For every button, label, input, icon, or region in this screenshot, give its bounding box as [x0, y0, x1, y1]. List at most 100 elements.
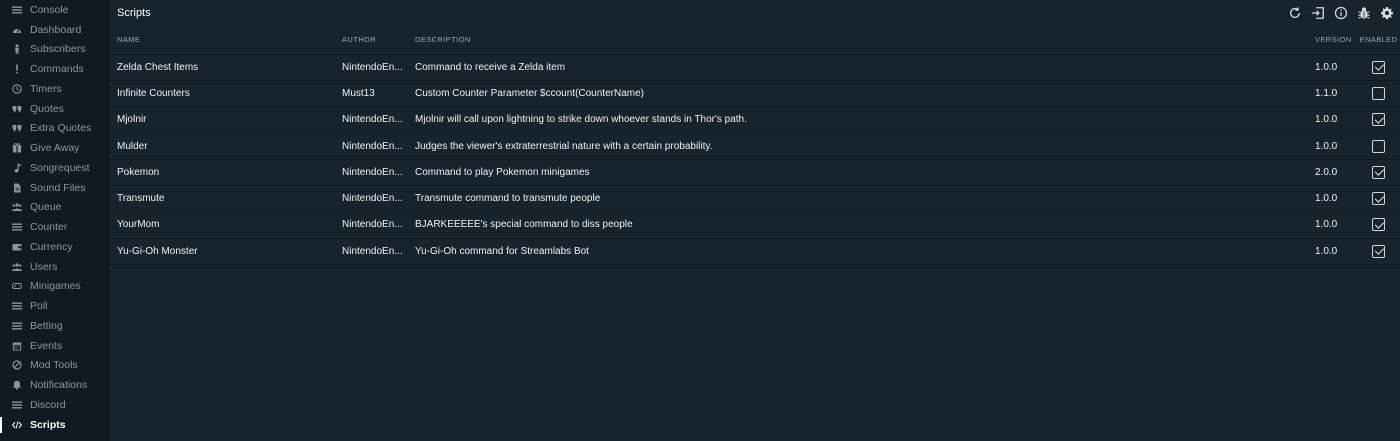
sidebar-item-mod-tools[interactable]: Mod Tools: [0, 356, 108, 376]
sidebar-item-minigames[interactable]: Minigames: [0, 277, 108, 297]
sidebar-item-commands[interactable]: Commands: [0, 59, 108, 79]
sidebar-item-sound-files[interactable]: Sound Files: [0, 178, 108, 198]
enabled-checkbox[interactable]: [1372, 86, 1385, 100]
column-header-version[interactable]: VERSION: [1315, 26, 1357, 54]
sidebar-item-counter[interactable]: Counter: [0, 217, 108, 237]
sidebar-item-label: Subscribers: [30, 43, 86, 56]
group-icon: [12, 262, 22, 272]
script-author-cell: NintendoEn...: [342, 185, 415, 211]
sidebar-item-events[interactable]: Events: [0, 336, 108, 356]
bug-icon[interactable]: [1357, 6, 1371, 20]
sidebar-item-timers[interactable]: Timers: [0, 79, 108, 99]
sidebar-item-notifications[interactable]: Notifications: [0, 375, 108, 395]
script-description: BJARKEEEEE's special command to diss peo…: [415, 219, 633, 231]
column-header-name[interactable]: NAME: [110, 26, 342, 54]
enabled-checkbox[interactable]: [1372, 218, 1385, 232]
script-author: Must13: [342, 87, 375, 99]
sidebar-item-currency[interactable]: Currency: [0, 237, 108, 257]
file-icon: [12, 183, 22, 193]
sidebar-item-label: Songrequest: [30, 161, 90, 174]
script-author: NintendoEn...: [342, 219, 403, 231]
sidebar-item-label: Extra Quotes: [30, 122, 92, 135]
script-description: Mjolnir will call upon lightning to stri…: [415, 114, 747, 126]
enabled-checkbox[interactable]: [1372, 192, 1385, 206]
enabled-checkbox[interactable]: [1372, 165, 1385, 179]
table-row[interactable]: Pokemon NintendoEn... Command to play Poke…: [110, 159, 1400, 185]
script-version: 1.0.0: [1315, 193, 1338, 205]
sidebar-item-queue[interactable]: Queue: [0, 198, 108, 218]
sidebar-item-scripts[interactable]: Scripts: [0, 415, 108, 435]
script-name: Mjolnir: [117, 114, 147, 126]
table-row[interactable]: Infinite Counters Must13 Custom Counter Pa…: [110, 80, 1400, 106]
clock-icon: [12, 84, 22, 94]
settings-gear-icon[interactable]: [1380, 6, 1394, 20]
script-description: Command to receive a Zelda item: [415, 61, 566, 73]
enabled-cell: [1357, 54, 1400, 80]
sidebar-item-console[interactable]: Console: [0, 0, 108, 20]
script-description: Custom Counter Parameter $ccount(Counter…: [415, 87, 644, 99]
table-row[interactable]: Mjolnir NintendoEn... Mjolnir will call up…: [110, 106, 1400, 133]
enabled-checkbox[interactable]: [1372, 139, 1385, 153]
sidebar-item-label: Give Away: [30, 142, 80, 155]
quote-icon: [12, 104, 22, 114]
info-icon[interactable]: [1334, 6, 1348, 20]
sidebar-item-label: Commands: [30, 63, 84, 76]
enabled-checkbox[interactable]: [1372, 60, 1385, 74]
script-name: Mulder: [117, 140, 148, 152]
script-name: Infinite Counters: [117, 87, 190, 99]
sidebar-item-subscribers[interactable]: Subscribers: [0, 40, 108, 60]
script-version: 1.0.0: [1315, 140, 1338, 152]
table-row[interactable]: Zelda Chest Items NintendoEn... Command to…: [110, 54, 1400, 80]
column-header-enabled[interactable]: ENABLED: [1357, 26, 1400, 54]
exclamation-icon: [12, 64, 22, 74]
script-version: 1.0.0: [1315, 114, 1338, 126]
column-header-description[interactable]: DESCRIPTION: [415, 26, 1315, 54]
sidebar-item-label: Console: [30, 3, 69, 16]
menu-icon: [12, 321, 22, 331]
script-description: Command to play Pokemon minigames: [415, 166, 590, 178]
sidebar-item-quotes[interactable]: Quotes: [0, 99, 108, 119]
script-author: NintendoEn...: [342, 61, 403, 73]
sidebar-item-label: Currency: [30, 240, 73, 253]
main-panel: Scripts NAME AUTHOR DESCRIPTION VERSION …: [110, 0, 1400, 441]
script-author-cell: Must13: [342, 80, 415, 106]
menu-icon: [12, 400, 22, 410]
table-row[interactable]: Mulder NintendoEn... Judges the viewer's e…: [110, 132, 1400, 159]
sidebar-item-label: Users: [30, 260, 58, 273]
script-author-cell: NintendoEn...: [342, 212, 415, 238]
enabled-checkbox[interactable]: [1372, 113, 1385, 127]
sidebar-item-label: Dashboard: [30, 23, 82, 36]
sidebar-item-betting[interactable]: Betting: [0, 316, 108, 336]
wallet-icon: [12, 242, 22, 252]
sidebar-item-label: Minigames: [30, 280, 81, 293]
table-row[interactable]: Yu-Gi-Oh Monster NintendoEn... Yu-Gi-Oh co…: [110, 238, 1400, 265]
quote-icon: [12, 123, 22, 133]
sidebar-item-label: Queue: [30, 201, 62, 214]
sidebar-item-give-away[interactable]: Give Away: [0, 138, 108, 158]
script-author-cell: NintendoEn...: [342, 238, 415, 264]
enabled-cell: [1357, 185, 1400, 211]
reload-icon[interactable]: [1288, 6, 1302, 20]
script-author: NintendoEn...: [342, 245, 403, 257]
top-bar: Scripts: [110, 0, 1400, 26]
sidebar-item-label: Events: [30, 339, 63, 352]
import-icon[interactable]: [1311, 6, 1325, 20]
enabled-cell: [1357, 107, 1400, 133]
sidebar-item-dashboard[interactable]: Dashboard: [0, 20, 108, 40]
sidebar-item-label: Quotes: [30, 102, 64, 115]
script-name: Yu-Gi-Oh Monster: [117, 245, 198, 257]
enabled-cell: [1357, 133, 1400, 159]
script-version: 1.0.0: [1315, 245, 1338, 257]
sidebar-item-extra-quotes[interactable]: Extra Quotes: [0, 119, 108, 139]
music-note-icon: [12, 163, 22, 173]
sidebar-item-label: Notifications: [30, 379, 88, 392]
sidebar-item-users[interactable]: Users: [0, 257, 108, 277]
table-row[interactable]: YourMom NintendoEn... BJARKEEEEE's special…: [110, 211, 1400, 238]
sidebar-item-discord[interactable]: Discord: [0, 395, 108, 415]
code-icon: [12, 420, 22, 430]
enabled-checkbox[interactable]: [1372, 244, 1385, 258]
sidebar-item-songrequest[interactable]: Songrequest: [0, 158, 108, 178]
column-header-author[interactable]: AUTHOR: [342, 26, 415, 54]
table-row[interactable]: Transmute NintendoEn... Transmute command …: [110, 185, 1400, 211]
sidebar-item-poll[interactable]: Poll: [0, 296, 108, 316]
